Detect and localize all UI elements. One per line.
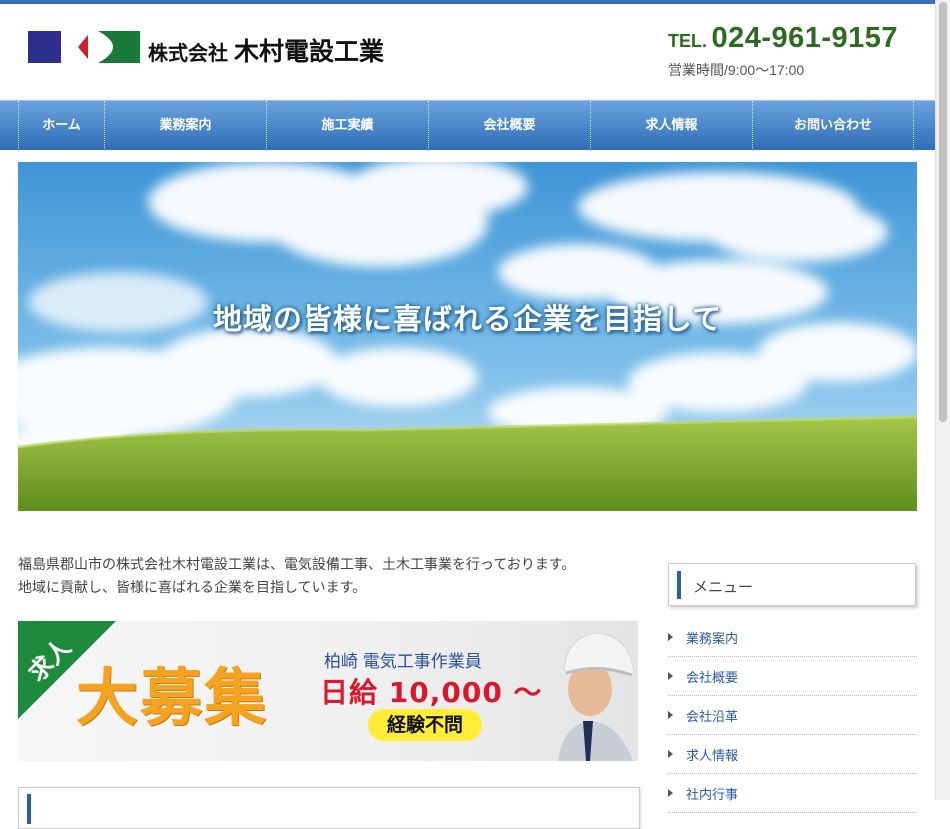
- intro-line-1: 福島県郡山市の株式会社木村電設工業は、電気設備工事、土木工事業を行っております。: [18, 556, 576, 572]
- intro-line-2: 地域に貢献し、皆様に喜ばれる企業を目指しています。: [18, 579, 367, 595]
- tel-number: 024-961-9157: [711, 22, 899, 54]
- triangle-right-icon: [668, 711, 673, 719]
- triangle-right-icon: [668, 789, 673, 797]
- logo-company-name: 木村電設工業: [234, 37, 385, 66]
- sidebar-menu-accent: [677, 571, 681, 599]
- nav-item-works[interactable]: 施工実績: [266, 101, 428, 151]
- global-nav: ホーム 業務案内 施工実績 会社概要 求人情報 お問い合わせ: [0, 100, 935, 151]
- logo-company-type: 株式会社: [148, 41, 228, 65]
- business-hours: 営業時間/9:00～17:00: [668, 62, 805, 78]
- sidebar-item-label: 社内行事: [686, 787, 739, 802]
- nav-item-services[interactable]: 業務案内: [104, 101, 266, 151]
- banner-main-text: 大募集: [76, 661, 269, 734]
- banner-job-title: 柏崎 電気工事作業員: [324, 652, 482, 671]
- sidebar-item-company[interactable]: 会社概要: [668, 657, 917, 696]
- hero-headline: 地域の皆様に喜ばれる企業を目指して: [212, 302, 723, 336]
- scrollbar-thumb[interactable]: [939, 2, 947, 422]
- top-accent-bar: [0, 0, 935, 4]
- sidebar-item-services[interactable]: 業務案内: [668, 618, 917, 657]
- triangle-right-icon: [668, 633, 673, 641]
- banner-wage: 日給 10,000 ～: [320, 676, 543, 709]
- triangle-right-icon: [668, 750, 673, 758]
- sidebar-item-events[interactable]: 社内行事: [668, 774, 917, 813]
- sidebar-item-history[interactable]: 会社沿革: [668, 696, 917, 735]
- nav-item-home[interactable]: ホーム: [18, 101, 104, 151]
- logo-mark-icon: [28, 31, 140, 63]
- recruit-banner[interactable]: 求人 大募集 柏崎 電気工事作業員 日給 10,000 ～ 経験不問: [18, 621, 638, 761]
- intro-text: 福島県郡山市の株式会社木村電設工業は、電気設備工事、土木工事業を行っております。…: [18, 553, 575, 599]
- triangle-right-icon: [668, 672, 673, 680]
- hero-image: 地域の皆様に喜ばれる企業を目指して: [18, 162, 917, 511]
- sidebar-menu-header: メニュー: [668, 563, 916, 606]
- sidebar-menu-title: メニュー: [693, 579, 754, 596]
- nav-item-company[interactable]: 会社概要: [428, 101, 590, 151]
- content-section-accent: [27, 794, 31, 824]
- sidebar-item-label: 会社概要: [686, 670, 739, 685]
- content-section-box: [18, 787, 640, 829]
- nav-item-contact[interactable]: お問い合わせ: [752, 101, 914, 151]
- sidebar-item-recruit[interactable]: 求人情報: [668, 735, 917, 774]
- nav-item-recruit[interactable]: 求人情報: [590, 101, 752, 151]
- phone-number[interactable]: TEL. 024-961-9157: [668, 22, 898, 55]
- logo-text: 株式会社 木村電設工業: [148, 32, 384, 68]
- worker-with-helmet-icon: [558, 632, 635, 761]
- sidebar-item-label: 業務案内: [686, 631, 739, 646]
- banner-experience-badge: 経験不問: [368, 709, 482, 741]
- vertical-scrollbar[interactable]: [935, 0, 950, 800]
- sidebar-item-label: 会社沿革: [686, 709, 739, 724]
- tel-prefix: TEL.: [668, 31, 707, 51]
- sidebar-item-label: 求人情報: [686, 748, 739, 763]
